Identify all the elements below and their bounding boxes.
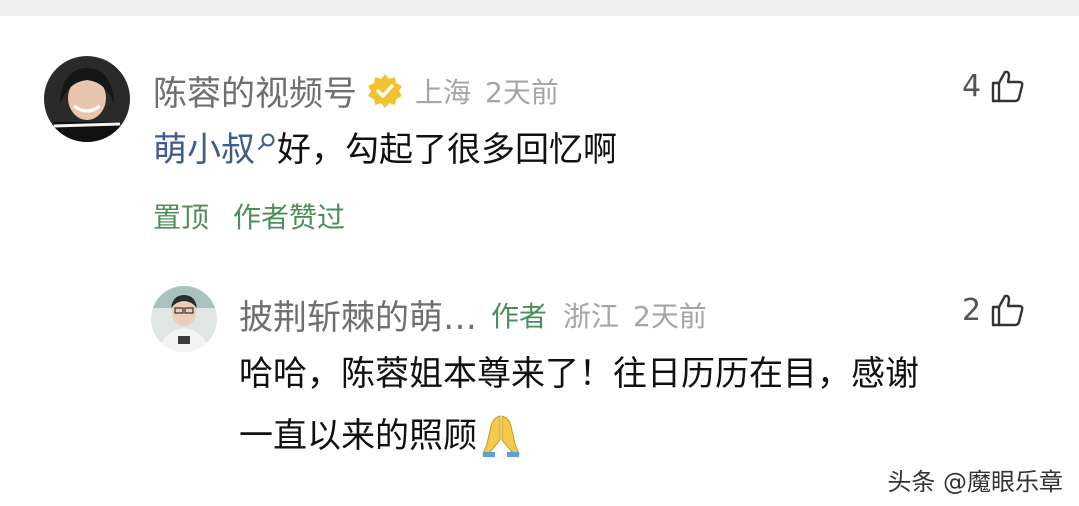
reply-time: 2天前 [633, 299, 707, 333]
reply-text-line-1: 哈哈，陈蓉姐本尊来了！往日历历在目，感谢 [239, 354, 919, 394]
verified-badge-icon [368, 73, 402, 108]
comment-location: 上海 [415, 75, 472, 109]
reply-text-line-2: 一直以来的照顾 [239, 408, 525, 464]
comment-like-button[interactable]: 4 [962, 68, 1025, 104]
top-divider [0, 0, 1079, 16]
reply-body-line-2: 一直以来的照顾 [239, 416, 477, 456]
reply-like-count: 2 [962, 292, 982, 328]
search-icon [258, 133, 275, 150]
author-badge: 作者 [491, 299, 548, 333]
comment-like-count: 4 [962, 68, 982, 104]
comment-text: 萌小叔 好，勾起了很多回忆啊 [153, 122, 617, 178]
comment-author-name[interactable]: 陈蓉的视频号 [153, 66, 357, 115]
author-liked-tag: 作者赞过 [233, 201, 346, 234]
pinned-tag: 置顶 [153, 201, 210, 234]
comment-body: 好，勾起了很多回忆啊 [277, 130, 617, 170]
reply-location: 浙江 [563, 299, 620, 333]
reply-like-button[interactable]: 2 [962, 292, 1025, 328]
reply-header: 披荆斩棘的萌… 作者 浙江 2天前 [239, 290, 707, 339]
comment-tags: 置顶 作者赞过 [153, 196, 345, 236]
watermark: 头条 @魔眼乐章 [887, 468, 1063, 496]
comment-time: 2天前 [485, 75, 559, 109]
mention-link[interactable]: 萌小叔 [153, 130, 255, 170]
folded-hands-emoji [482, 414, 520, 457]
thumbs-up-icon [991, 294, 1024, 327]
reply-avatar[interactable] [151, 286, 217, 352]
comment-header: 陈蓉的视频号 上海 2天前 [153, 66, 559, 115]
reply-author-name[interactable]: 披荆斩棘的萌… [239, 290, 477, 339]
avatar[interactable] [44, 56, 130, 142]
thumbs-up-icon [991, 70, 1024, 103]
